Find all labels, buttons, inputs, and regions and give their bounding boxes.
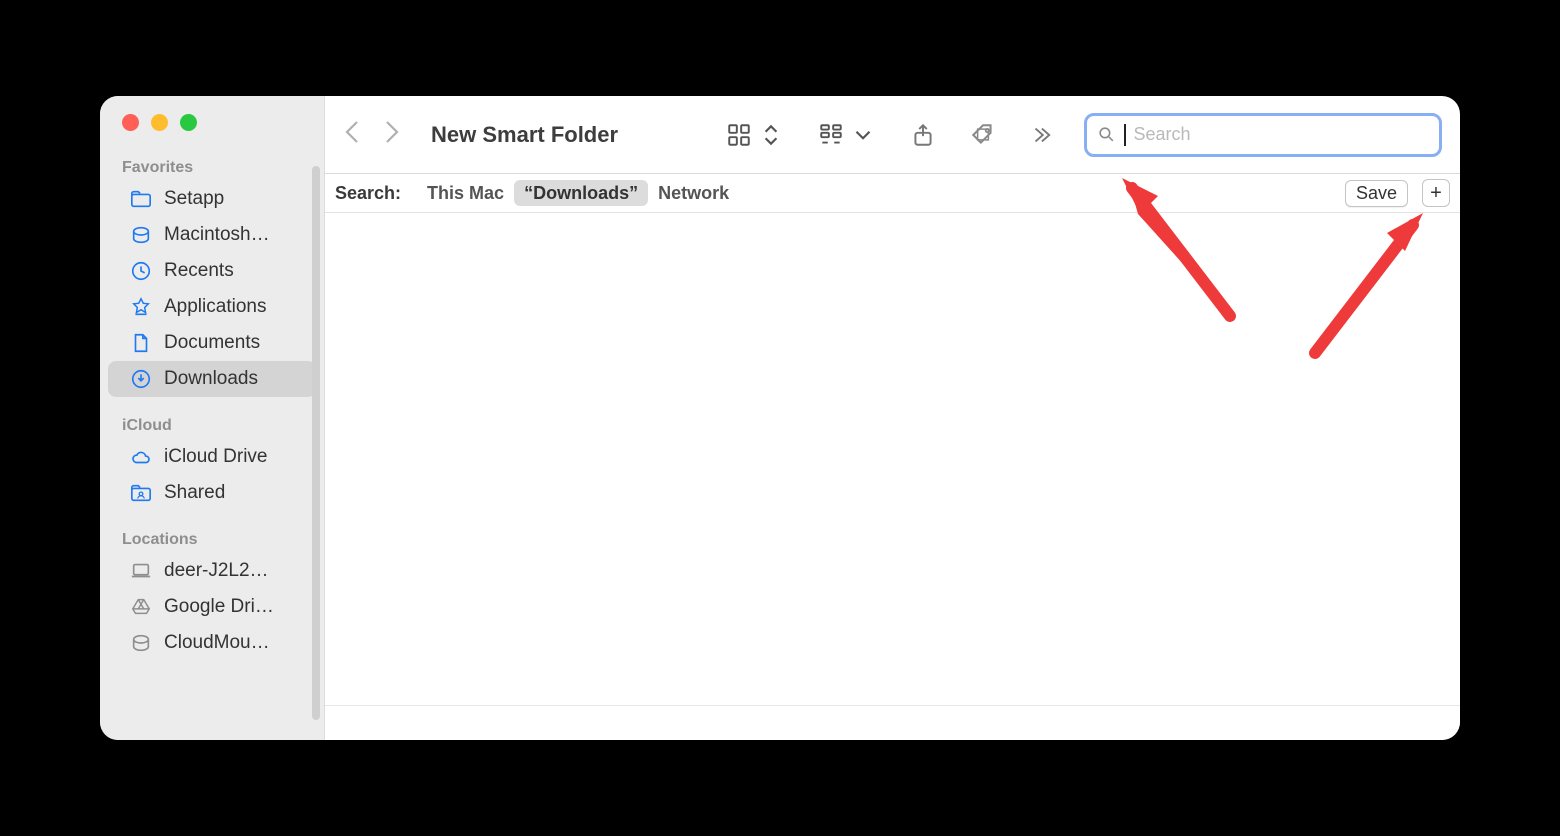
sidebar-item-deer-j2l2[interactable]: deer-J2L2…: [108, 553, 316, 589]
nav-controls: [343, 118, 401, 151]
sidebar-item-setapp[interactable]: Setapp: [108, 181, 316, 217]
sidebar-item-label: deer-J2L2…: [164, 560, 269, 582]
search-input[interactable]: [1134, 124, 1430, 145]
sidebar-item-downloads[interactable]: Downloads: [108, 361, 316, 397]
sidebar-item-macintosh[interactable]: Macintosh…: [108, 217, 316, 253]
zoom-window-button[interactable]: [180, 114, 197, 131]
toolbar: New Smart Folder: [325, 96, 1460, 173]
view-mode-button[interactable]: [726, 122, 784, 148]
status-bar: [325, 706, 1460, 740]
search-field-container[interactable]: [1084, 113, 1442, 157]
sidebar-item-applications[interactable]: Applications: [108, 289, 316, 325]
tags-button[interactable]: [970, 122, 996, 148]
window-controls: [100, 114, 324, 131]
sidebar-item-cloudmou[interactable]: CloudMou…: [108, 625, 316, 661]
sidebar-item-label: Shared: [164, 482, 225, 504]
sidebar-item-documents[interactable]: Documents: [108, 325, 316, 361]
gdrive-icon: [130, 596, 152, 618]
sidebar-item-recents[interactable]: Recents: [108, 253, 316, 289]
finder-window: Favorites Setapp Macintosh… Recents Applicat…: [100, 96, 1460, 740]
sidebar-item-label: Downloads: [164, 368, 258, 390]
sidebar-item-google-dri[interactable]: Google Dri…: [108, 589, 316, 625]
text-cursor: [1124, 124, 1126, 146]
laptop-icon: [130, 560, 152, 582]
sharedfolder-icon: [130, 482, 152, 504]
scope-label: Search:: [335, 183, 401, 204]
clock-icon: [130, 260, 152, 282]
sidebar-item-label: Documents: [164, 332, 260, 354]
back-button[interactable]: [343, 118, 363, 151]
minimize-window-button[interactable]: [151, 114, 168, 131]
sidebar-item-label: Recents: [164, 260, 234, 282]
add-search-criteria-button[interactable]: +: [1422, 179, 1450, 207]
share-button[interactable]: [910, 122, 936, 148]
sidebar-item-label: Google Dri…: [164, 596, 274, 618]
toolbar-overflow-button[interactable]: [1030, 124, 1052, 146]
sidebar-scrollbar[interactable]: [312, 166, 320, 720]
search-icon: [1097, 125, 1116, 144]
disk-icon: [130, 224, 152, 246]
search-scope-bar: Search: This Mac“Downloads”Network Save …: [325, 173, 1460, 213]
sidebar-item-label: CloudMou…: [164, 632, 270, 654]
sidebar-item-label: Setapp: [164, 188, 224, 210]
scope-network[interactable]: Network: [648, 180, 739, 206]
download-icon: [130, 368, 152, 390]
scope-downloads[interactable]: “Downloads”: [514, 180, 648, 206]
results-area: [325, 213, 1460, 706]
doc-icon: [130, 332, 152, 354]
sidebar: Favorites Setapp Macintosh… Recents Applicat…: [100, 96, 325, 740]
save-smart-folder-button[interactable]: Save: [1345, 180, 1408, 207]
window-title: New Smart Folder: [431, 122, 618, 148]
sidebar-item-shared[interactable]: Shared: [108, 475, 316, 511]
sidebar-item-label: Applications: [164, 296, 266, 318]
scope-this-mac[interactable]: This Mac: [417, 180, 514, 206]
apps-icon: [130, 296, 152, 318]
sidebar-section-label: Favorites: [100, 153, 324, 181]
group-by-button[interactable]: [818, 122, 876, 148]
sidebar-item-icloud-drive[interactable]: iCloud Drive: [108, 439, 316, 475]
sidebar-section-label: Locations: [100, 525, 324, 553]
folder-icon: [130, 188, 152, 210]
main-pane: New Smart Folder Search: This Mac“Downlo…: [325, 96, 1460, 740]
extdisk-icon: [130, 632, 152, 654]
sidebar-item-label: iCloud Drive: [164, 446, 267, 468]
cloud-icon: [130, 446, 152, 468]
sidebar-item-label: Macintosh…: [164, 224, 270, 246]
close-window-button[interactable]: [122, 114, 139, 131]
sidebar-section-label: iCloud: [100, 411, 324, 439]
forward-button[interactable]: [381, 118, 401, 151]
